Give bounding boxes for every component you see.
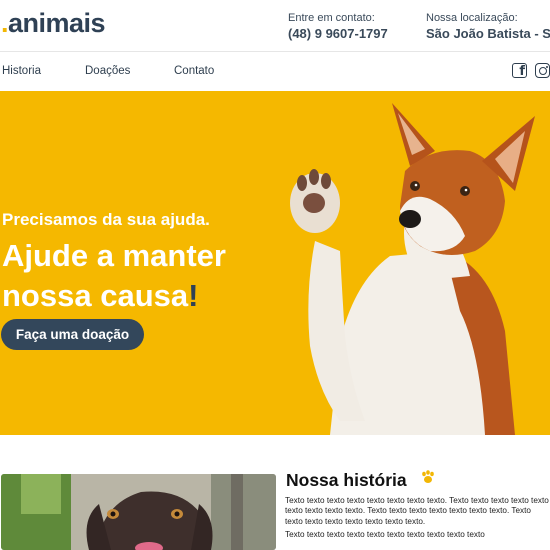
hero-title: Ajude a manter nossa causa! <box>2 236 292 316</box>
dog-raising-paw-image <box>290 103 535 435</box>
facebook-icon[interactable] <box>512 63 527 79</box>
nav-link-historia[interactable]: Historia <box>2 65 41 77</box>
location-value: São João Batista - SC <box>426 26 550 41</box>
location-label: Nossa localização: <box>426 12 518 24</box>
main-nav: Historia Doações Contato <box>0 51 550 91</box>
logo-dot: . <box>1 8 9 38</box>
dog-portrait-image <box>1 474 276 550</box>
history-paragraph: Texto texto texto texto texto texto text… <box>285 496 549 526</box>
donate-button[interactable]: Faça uma doação <box>1 319 144 350</box>
hero-eyebrow: Precisamos da sua ajuda. <box>2 210 210 229</box>
hero-banner: Precisamos da sua ajuda. Ajude a manter … <box>0 91 550 435</box>
instagram-icon[interactable] <box>535 63 550 78</box>
site-logo[interactable]: .animais <box>1 8 106 39</box>
paw-icon <box>422 470 434 483</box>
logo-text: animais <box>8 8 106 38</box>
history-title: Nossa história <box>286 470 407 490</box>
nav-link-doacoes[interactable]: Doações <box>85 65 130 77</box>
top-header: .animais Entre em contato: (48) 9 9607-1… <box>0 0 550 51</box>
contact-phone[interactable]: (48) 9 9607-1797 <box>288 26 388 41</box>
location-info: Nossa localização: São João Batista - SC <box>426 12 550 41</box>
history-paragraph: Texto texto texto texto texto texto text… <box>285 529 485 539</box>
contact-label: Entre em contato: <box>288 12 375 24</box>
contact-info: Entre em contato: (48) 9 9607-1797 <box>288 12 388 41</box>
hero-title-bang: ! <box>188 278 199 313</box>
history-text: Texto texto texto texto texto texto text… <box>285 496 550 543</box>
nav-link-contato[interactable]: Contato <box>174 65 214 77</box>
